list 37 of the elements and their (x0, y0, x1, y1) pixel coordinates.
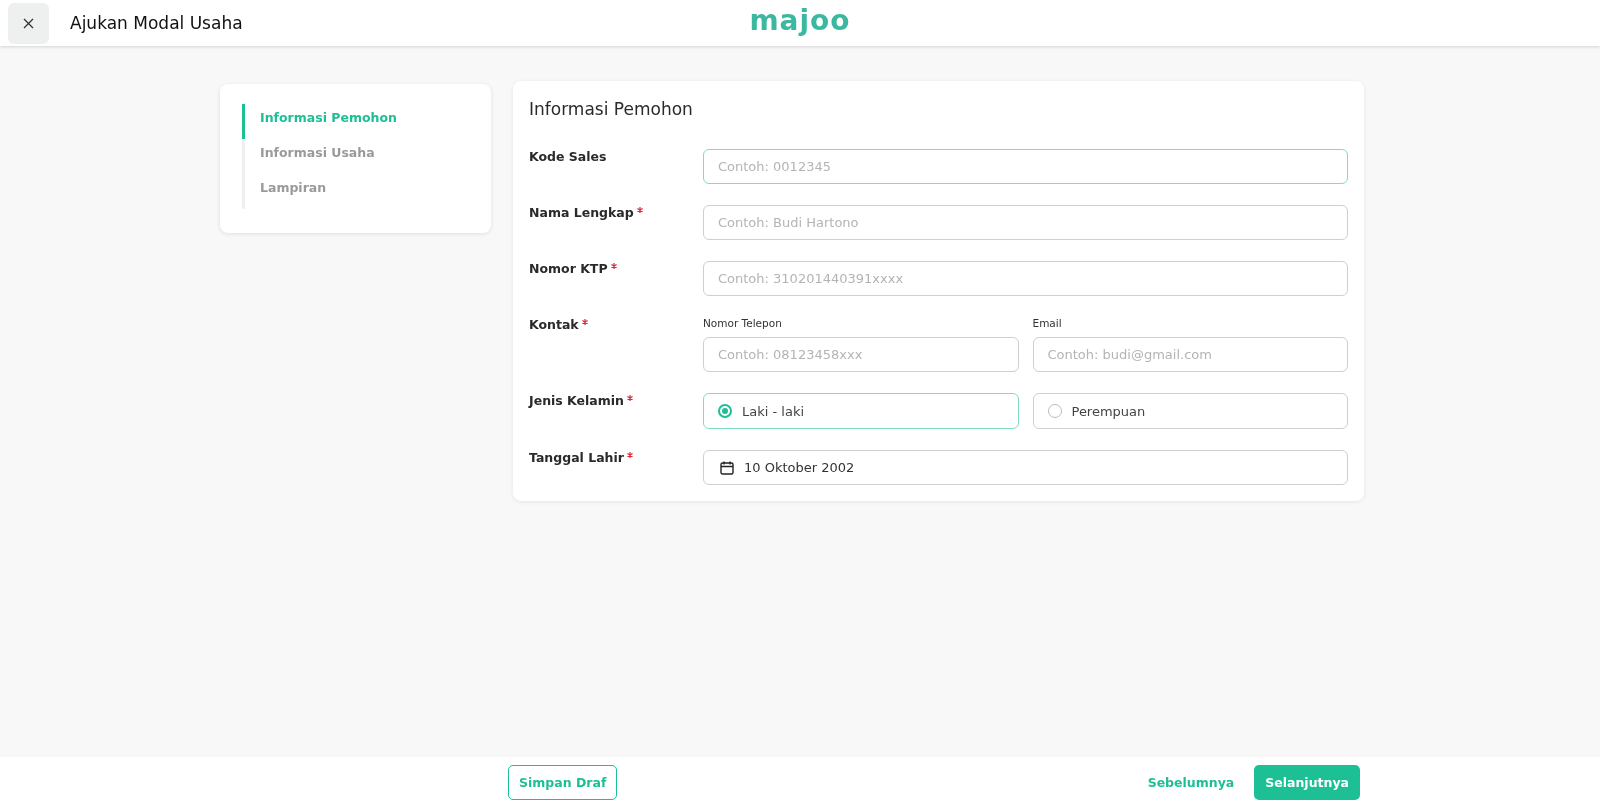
field-label: Jenis Kelamin (529, 393, 624, 408)
field-label: Tanggal Lahir (529, 450, 624, 465)
field-label: Kontak (529, 317, 579, 332)
step-item[interactable]: Informasi Pemohon (242, 104, 471, 139)
input-caption: Email (1032, 317, 1063, 331)
required-mark-icon (610, 263, 617, 269)
form-title: Informasi Pemohon (529, 99, 694, 119)
radio-label: Laki - laki (742, 403, 805, 419)
required-mark-icon (636, 207, 643, 213)
field-label: Nomor KTP (529, 261, 608, 276)
field-label: Nama Lengkap (529, 205, 634, 220)
date-field[interactable]: 10 Oktober 2002 (703, 450, 1348, 485)
required-mark-icon (627, 395, 633, 401)
radio-icon (718, 404, 732, 418)
step-item[interactable]: Informasi Usaha (242, 139, 471, 174)
input-caption: Nomor Telepon (703, 317, 783, 331)
calendar-icon (720, 460, 734, 475)
previous-button[interactable]: Sebelumnya (1137, 774, 1245, 790)
page-title: Ajukan Modal Usaha (70, 13, 243, 33)
text-input-field[interactable]: Contoh: budi@gmail.com (1032, 337, 1348, 372)
radio-label: Perempuan (1071, 403, 1146, 419)
close-button[interactable] (8, 2, 49, 44)
radio-option[interactable]: Laki - laki (703, 393, 1019, 429)
radio-option[interactable]: Perempuan (1032, 393, 1348, 429)
field-label: Kode Sales (529, 149, 607, 164)
required-mark-icon (581, 319, 588, 325)
text-input-field[interactable]: Contoh: Budi Hartono (703, 205, 1348, 240)
logo: majoo (749, 4, 851, 37)
close-icon (23, 17, 34, 29)
text-input-field[interactable]: Contoh: 310201440391xxxx (703, 261, 1348, 296)
save-draft-button[interactable]: Simpan Draf (508, 764, 618, 800)
text-input-field[interactable]: Contoh: 08123458xxx (703, 337, 1019, 372)
next-button[interactable]: Selanjutnya (1254, 764, 1360, 800)
text-input-field[interactable]: Contoh: 0012345 (703, 149, 1348, 184)
step-item[interactable]: Lampiran (242, 174, 471, 209)
required-mark-icon (626, 452, 633, 458)
date-value: 10 Oktober 2002 (744, 460, 855, 475)
